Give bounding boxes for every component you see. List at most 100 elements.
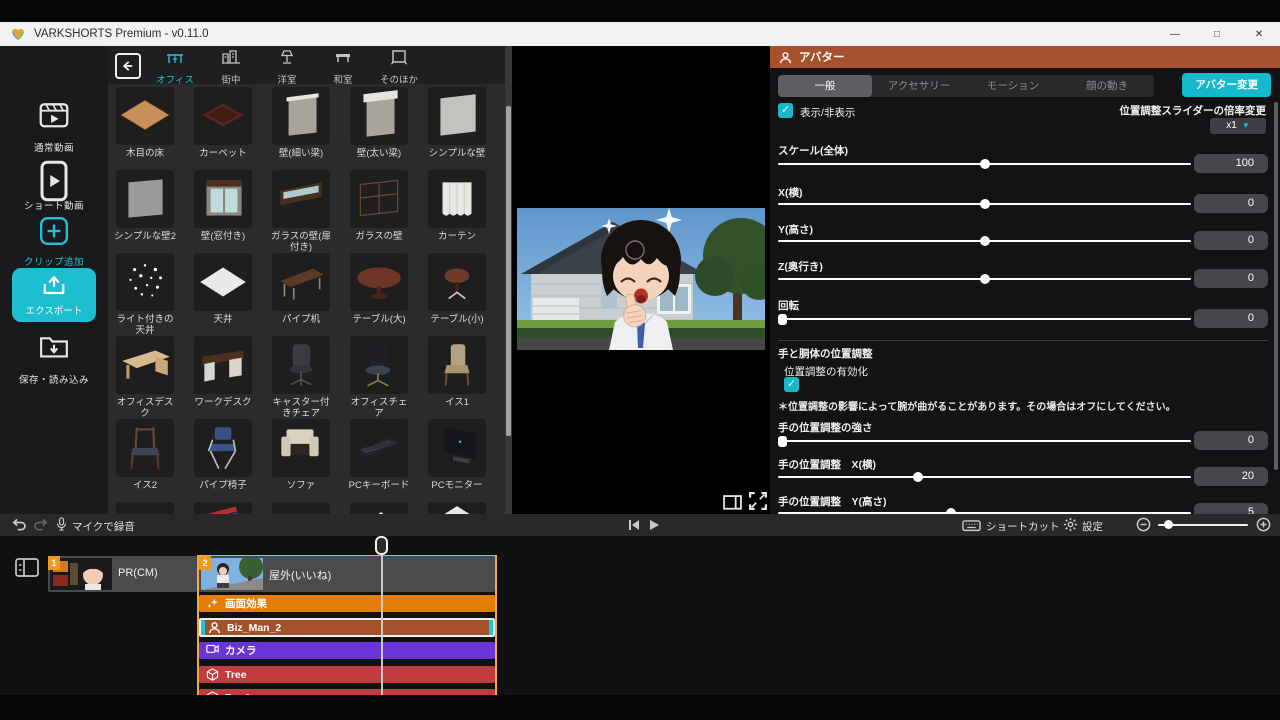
sidebar-item-1[interactable]: ショート動画 (0, 160, 108, 212)
playhead-handle[interactable] (375, 536, 388, 555)
asset-item[interactable]: イス2 (112, 419, 178, 502)
hand-slider-1[interactable] (778, 476, 1191, 478)
playhead-line[interactable] (381, 538, 383, 695)
avatar-tab-3[interactable]: 顔の動き (1060, 75, 1154, 97)
enable-adjust-checkbox[interactable]: ✓ (784, 377, 799, 392)
asset-item[interactable]: パイプ椅子 (190, 419, 256, 502)
avatar-slider-thumb-0[interactable] (980, 159, 990, 169)
avatar-slider-3[interactable] (778, 278, 1191, 280)
asset-item[interactable]: 木目の床 (112, 87, 178, 170)
mic-record-label[interactable]: マイクで録音 (72, 519, 135, 534)
asset-item[interactable]: パイプ机 (268, 253, 334, 336)
asset-item[interactable] (190, 502, 256, 514)
timeline-track-Tree[interactable]: Tree (199, 666, 495, 683)
avatar-slider-0[interactable] (778, 163, 1191, 165)
asset-item[interactable]: PCモニター (424, 419, 490, 502)
avatar-slider-thumb-1[interactable] (980, 199, 990, 209)
avatar-panel-scrollbar[interactable] (1274, 102, 1278, 470)
asset-item[interactable]: 壁(細い梁) (268, 87, 334, 170)
multiplier-dropdown[interactable]: x1▼ (1210, 118, 1266, 134)
split-view-button[interactable] (723, 495, 742, 510)
skip-to-start-icon[interactable] (628, 519, 640, 531)
asset-item[interactable]: シンプルな壁 (424, 87, 490, 170)
avatar-tab-0[interactable]: 一般 (778, 75, 872, 97)
track-list-icon[interactable] (15, 558, 39, 578)
asset-tab-2[interactable]: 洋室 (260, 49, 314, 86)
asset-item[interactable]: オフィスチェア (346, 336, 412, 419)
asset-tab-1[interactable]: 街中 (204, 49, 258, 86)
asset-item[interactable] (112, 502, 178, 514)
avatar-value-4[interactable]: 0 (1194, 309, 1268, 328)
settings-label[interactable]: 設定 (1082, 519, 1103, 534)
gear-icon[interactable] (1063, 517, 1078, 532)
asset-item[interactable]: ワークデスク (190, 336, 256, 419)
avatar-slider-thumb-3[interactable] (980, 274, 990, 284)
clip-trim-handle-right[interactable] (489, 620, 493, 635)
back-button[interactable] (115, 53, 141, 79)
zoom-out-icon[interactable] (1136, 517, 1151, 532)
visibility-checkbox[interactable]: ✓ (778, 103, 793, 118)
asset-scrollbar[interactable] (505, 46, 512, 514)
avatar-value-2[interactable]: 0 (1194, 231, 1268, 250)
asset-item[interactable]: オフィスデスク (112, 336, 178, 419)
play-icon[interactable] (648, 519, 660, 531)
asset-item[interactable]: テーブル(小) (424, 253, 490, 336)
fullscreen-button[interactable] (749, 492, 767, 510)
undo-icon[interactable] (12, 518, 27, 532)
clip-trim-handle-left[interactable] (201, 620, 205, 635)
close-button[interactable]: ✕ (1238, 22, 1280, 46)
microphone-icon[interactable] (56, 517, 67, 533)
hand-slider-thumb-1[interactable] (913, 472, 923, 482)
asset-item[interactable]: シンプルな壁2 (112, 170, 178, 253)
hand-slider-0[interactable] (778, 440, 1191, 442)
asset-item[interactable]: キャスター付きチェア (268, 336, 334, 419)
asset-item[interactable]: 天井 (190, 253, 256, 336)
hand-value-0[interactable]: 0 (1194, 431, 1268, 450)
asset-item[interactable]: 壁(窓付き) (190, 170, 256, 253)
timeline-clip-1[interactable]: 1 PR(CM) (48, 556, 197, 592)
timeline-track-Biz_Man_2[interactable]: Biz_Man_2 (199, 618, 495, 637)
hand-value-2[interactable]: 5 (1194, 503, 1268, 514)
asset-item[interactable]: カーテン (424, 170, 490, 253)
asset-tab-3[interactable]: 和室 (316, 49, 370, 86)
zoom-in-icon[interactable] (1256, 517, 1271, 532)
timeline-track-カメラ[interactable]: カメラ (199, 642, 495, 659)
asset-item[interactable] (424, 502, 490, 514)
timeline-track-画面効果[interactable]: 画面効果 (199, 595, 495, 612)
redo-icon[interactable] (33, 518, 48, 532)
asset-item[interactable]: カーペット (190, 87, 256, 170)
sidebar-item-2[interactable]: クリップ追加 (0, 216, 108, 268)
asset-item[interactable] (268, 502, 334, 514)
asset-item[interactable]: ソファ (268, 419, 334, 502)
timeline-zoom-slider-thumb[interactable] (1164, 520, 1173, 529)
sidebar-item-export[interactable]: エクスポート (12, 268, 96, 322)
minimize-button[interactable]: — (1154, 22, 1196, 46)
avatar-tab-2[interactable]: モーション (966, 75, 1060, 97)
avatar-slider-4[interactable] (778, 318, 1191, 320)
avatar-value-1[interactable]: 0 (1194, 194, 1268, 213)
asset-tab-4[interactable]: そのほか (372, 49, 426, 86)
asset-item[interactable]: ガラスの壁 (346, 170, 412, 253)
avatar-slider-thumb-2[interactable] (980, 236, 990, 246)
keyboard-icon[interactable] (962, 519, 981, 532)
sidebar-item-4[interactable]: 保存・読み込み (0, 334, 108, 386)
timeline-track-Box1[interactable]: Box1 (199, 689, 495, 695)
maximize-button[interactable]: □ (1196, 22, 1238, 46)
asset-item[interactable]: テーブル(大) (346, 253, 412, 336)
avatar-value-3[interactable]: 0 (1194, 269, 1268, 288)
avatar-change-button[interactable]: アバター変更 (1182, 73, 1271, 97)
asset-tab-0[interactable]: オフィス (148, 49, 202, 86)
asset-item[interactable]: イス1 (424, 336, 490, 419)
asset-scrollbar-thumb[interactable] (506, 106, 511, 436)
hand-value-1[interactable]: 20 (1194, 467, 1268, 486)
sidebar-item-0[interactable]: 通常動画 (0, 102, 108, 154)
asset-item[interactable]: ライト付きの天井 (112, 253, 178, 336)
avatar-value-0[interactable]: 100 (1194, 154, 1268, 173)
shortcut-label[interactable]: ショートカット (986, 519, 1060, 534)
hand-slider-thumb-0[interactable] (778, 436, 787, 447)
avatar-slider-1[interactable] (778, 203, 1191, 205)
asset-item[interactable]: PCキーボード (346, 419, 412, 502)
asset-item[interactable]: 壁(太い梁) (346, 87, 412, 170)
timeline-clip-2[interactable]: 2 屋外(いいね) (199, 556, 495, 592)
avatar-slider-thumb-4[interactable] (778, 314, 787, 325)
